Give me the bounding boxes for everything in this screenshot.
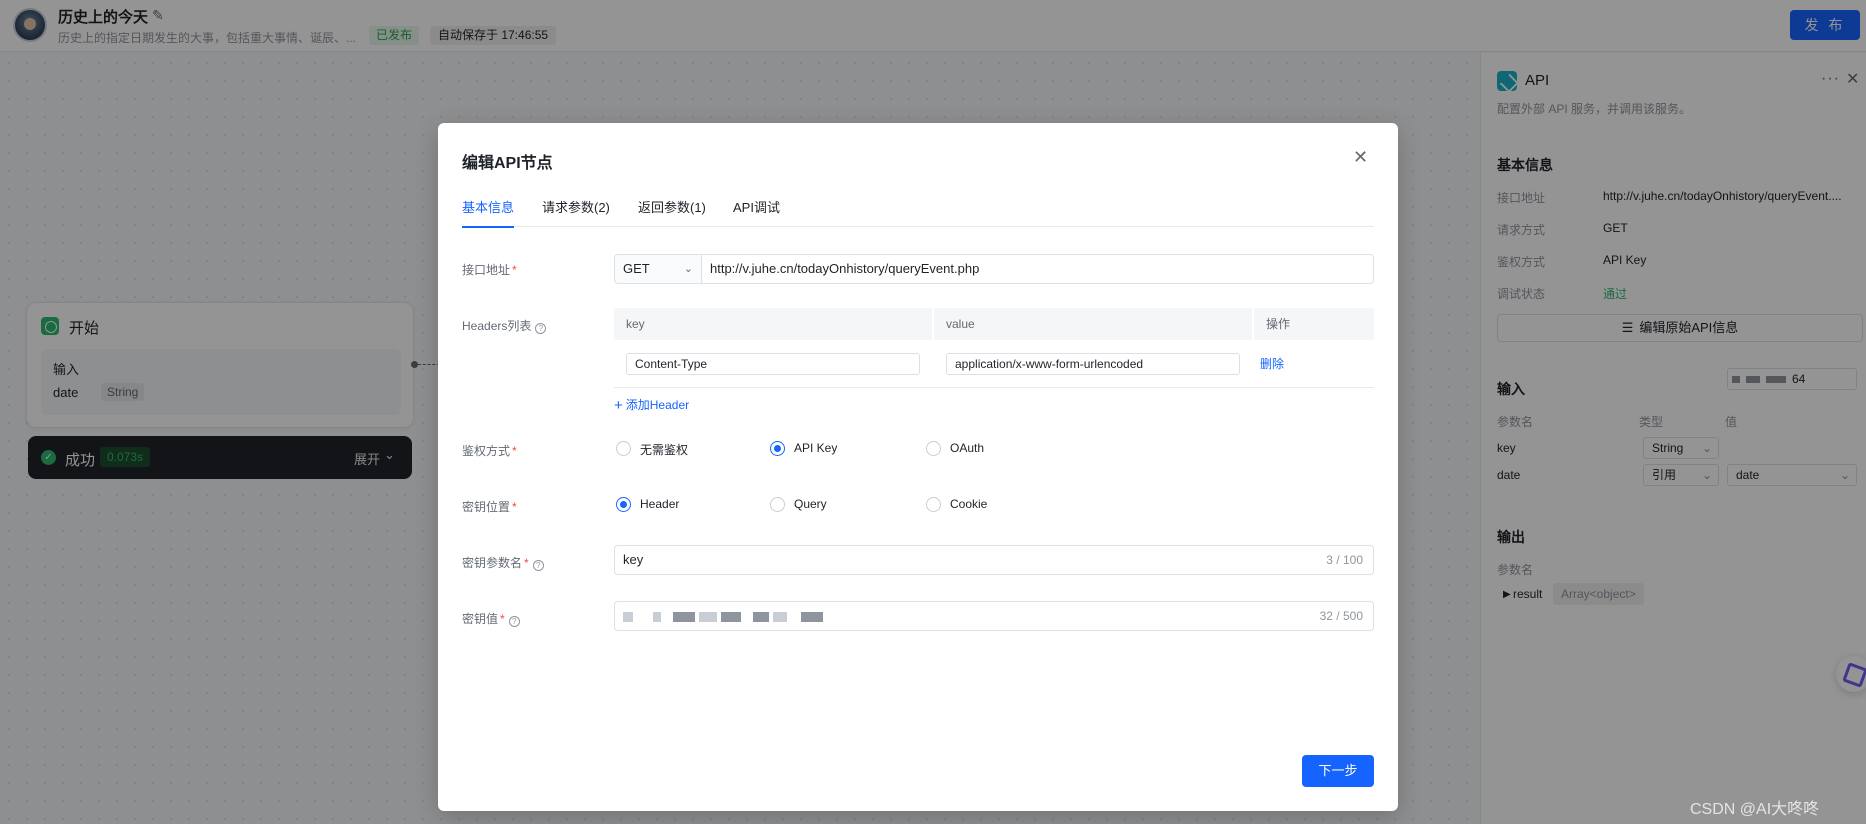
masked-block [801,611,823,622]
help-icon[interactable]: ? [535,323,547,334]
modal-title: 编辑API节点 [462,155,553,172]
key-location-label-text: 密钥位置 [462,500,511,514]
radio-circle [616,441,631,456]
method-select[interactable]: GET ⌄ [614,254,702,284]
header-col-action: 操作 [1254,308,1374,340]
divider [614,387,1374,388]
auth-label-text: 鉴权方式 [462,444,511,458]
radio-label: Header [640,497,680,511]
radio-label: Cookie [950,497,988,511]
header-col-key: key [614,308,932,340]
chevron-down-icon: ⌄ [683,263,693,275]
endpoint-label: 接口地址 * [462,263,517,277]
edit-api-node-modal: 编辑API节点 ✕ 基本信息 请求参数(2) 返回参数(1) API调试 接口地… [438,123,1398,811]
watermark: CSDN @AI大咚咚 [1690,801,1820,818]
delete-header-link[interactable]: 删除 [1260,355,1284,372]
header-key-input[interactable]: Content-Type [626,353,920,375]
key-location-label: 密钥位置 * [462,500,517,514]
radio-label: Query [794,497,827,511]
masked-block [721,611,741,622]
add-header-button[interactable]: + 添加Header [614,396,689,414]
radio-label: OAuth [950,441,985,455]
key-value-label-text: 密钥值 [462,612,499,626]
char-count: 32 / 500 [1319,609,1363,623]
url-input[interactable]: http://v.juhe.cn/todayOnhistory/queryEve… [701,254,1374,284]
radio-circle [616,497,631,512]
modal-tabs: 基本信息 请求参数(2) 返回参数(1) API调试 [462,185,1374,228]
radio-circle [770,497,785,512]
key-param-value: key [623,552,644,567]
headers-label-text: Headers列表 [462,319,532,333]
tab-basic-info[interactable]: 基本信息 [462,197,515,228]
key-param-label-text: 密钥参数名 [462,556,523,570]
add-header-label: 添加Header [625,398,690,412]
radio-label: API Key [794,441,838,455]
masked-block [773,611,787,622]
radio-circle [926,497,941,512]
auth-label: 鉴权方式 * [462,444,517,458]
radio-circle [926,441,941,456]
masked-block [653,611,661,622]
plus-icon: + [614,397,623,414]
key-param-label: 密钥参数名 *? [462,554,544,571]
radio-label: 无需鉴权 [640,443,689,457]
next-step-button[interactable]: 下一步 [1302,755,1374,787]
masked-block [623,611,633,622]
tab-api-debug[interactable]: API调试 [733,197,780,226]
radio-circle [770,441,785,456]
header-col-value: value [934,308,1252,340]
tab-response-params[interactable]: 返回参数(1) [638,197,706,226]
tab-request-params[interactable]: 请求参数(2) [542,197,610,226]
help-icon[interactable]: ? [508,616,520,627]
help-icon[interactable]: ? [532,560,544,571]
header-value-input[interactable]: application/x-www-form-urlencoded [946,353,1240,375]
headers-label: Headers列表? [462,317,547,334]
key-value-input[interactable]: 32 / 500 [614,601,1374,631]
masked-block [673,611,695,622]
key-value-label: 密钥值 *? [462,610,520,627]
masked-block [753,611,769,622]
endpoint-label-text: 接口地址 [462,263,511,277]
key-param-input[interactable]: key 3 / 100 [614,545,1374,575]
method-value: GET [623,261,650,276]
char-count: 3 / 100 [1326,553,1363,567]
close-icon[interactable]: ✕ [1353,147,1368,168]
masked-block [699,611,717,622]
